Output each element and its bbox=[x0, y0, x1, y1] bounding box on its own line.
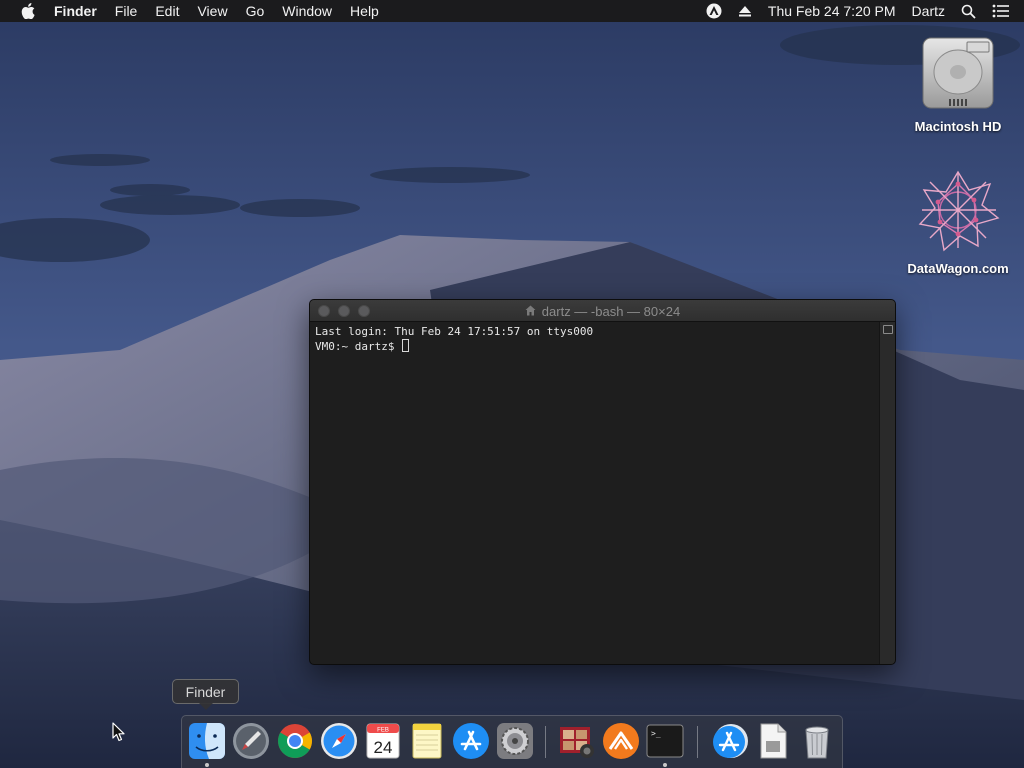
app-store-icon bbox=[453, 723, 489, 759]
dock-item-documents[interactable] bbox=[753, 721, 793, 761]
window-controls bbox=[310, 304, 378, 317]
terminal-icon: >_ bbox=[646, 724, 684, 758]
terminal-prompt-line: VM0:~ dartz$ bbox=[315, 339, 874, 354]
trash-icon bbox=[805, 726, 829, 759]
notes-icon bbox=[412, 723, 442, 759]
minimize-button[interactable] bbox=[338, 304, 350, 317]
zoom-button[interactable] bbox=[358, 304, 370, 317]
desktop-icon-label: Macintosh HD bbox=[914, 119, 1002, 134]
close-button[interactable] bbox=[318, 304, 330, 317]
safari-icon bbox=[321, 723, 357, 759]
terminal-output[interactable]: Last login: Thu Feb 24 17:51:57 on ttys0… bbox=[310, 322, 879, 664]
dock-item-notes[interactable] bbox=[407, 721, 447, 761]
mouse-pointer-icon bbox=[112, 722, 125, 742]
system-preferences-icon bbox=[497, 723, 533, 759]
terminal-cursor bbox=[402, 339, 410, 352]
apple-logo-icon[interactable] bbox=[18, 0, 38, 22]
terminal-titlebar[interactable]: dartz — -bash — 80×24 bbox=[310, 300, 895, 322]
desktop-icon-label: DataWagon.com bbox=[907, 261, 1009, 276]
dock-tooltip: Finder bbox=[172, 679, 239, 710]
eject-icon[interactable] bbox=[738, 5, 752, 17]
menu-clock[interactable]: Thu Feb 24 7:20 PM bbox=[768, 3, 896, 19]
spotlight-search-icon[interactable] bbox=[961, 4, 976, 19]
terminal-window[interactable]: dartz — -bash — 80×24 Last login: Thu Fe… bbox=[309, 299, 896, 665]
menu-help[interactable]: Help bbox=[350, 0, 379, 22]
menu-view[interactable]: View bbox=[197, 0, 227, 22]
dock-item-safari[interactable] bbox=[319, 721, 359, 761]
dock: FEB 24 >_ bbox=[181, 715, 843, 768]
dock-separator bbox=[545, 726, 546, 758]
menu-file[interactable]: File bbox=[115, 0, 138, 22]
menu-user-name[interactable]: Dartz bbox=[912, 3, 945, 19]
desktop-icon-macintosh-hd[interactable]: Macintosh HD bbox=[898, 32, 1018, 134]
chrome-icon bbox=[278, 724, 312, 758]
notification-center-icon[interactable] bbox=[992, 4, 1010, 18]
running-indicator bbox=[663, 763, 667, 767]
document-stack-icon bbox=[760, 723, 787, 759]
downloads-stack-icon bbox=[713, 724, 748, 758]
finder-icon bbox=[189, 723, 225, 759]
terminal-prompt: VM0:~ dartz$ bbox=[315, 340, 402, 353]
network-volume-icon bbox=[918, 170, 1000, 252]
merge-icon bbox=[603, 723, 639, 759]
user-switch-icon[interactable] bbox=[706, 3, 722, 19]
menu-bar: Finder File Edit View Go Window Help Thu… bbox=[0, 0, 1024, 22]
tooltip-label: Finder bbox=[185, 683, 226, 700]
desktop-icon-datawagon[interactable]: DataWagon.com bbox=[898, 168, 1018, 276]
running-indicator bbox=[205, 763, 209, 767]
dock-item-calendar[interactable]: FEB 24 bbox=[363, 721, 403, 761]
menu-edit[interactable]: Edit bbox=[155, 0, 179, 22]
dock-item-system-preferences[interactable] bbox=[495, 721, 535, 761]
menu-go[interactable]: Go bbox=[246, 0, 265, 22]
menu-app-name[interactable]: Finder bbox=[54, 0, 97, 22]
dock-item-chrome[interactable] bbox=[275, 721, 315, 761]
dock-item-app-store[interactable] bbox=[451, 721, 491, 761]
menu-window[interactable]: Window bbox=[282, 0, 332, 22]
terminal-title: dartz — -bash — 80×24 bbox=[541, 303, 681, 319]
calendar-day: 24 bbox=[374, 738, 393, 757]
terminal-line: Last login: Thu Feb 24 17:51:57 on ttys0… bbox=[315, 325, 594, 338]
dock-item-merge[interactable] bbox=[601, 721, 641, 761]
hard-drive-icon bbox=[922, 37, 994, 109]
home-folder-icon bbox=[525, 304, 536, 319]
scroll-marker-icon[interactable] bbox=[883, 325, 893, 334]
photo-booth-icon bbox=[560, 727, 594, 758]
calendar-icon: FEB 24 bbox=[366, 723, 400, 759]
dock-item-photo-booth[interactable] bbox=[557, 721, 597, 761]
dock-separator bbox=[697, 726, 698, 758]
svg-text:>_: >_ bbox=[651, 729, 661, 738]
dock-item-launchpad[interactable] bbox=[231, 721, 271, 761]
dock-item-terminal[interactable]: >_ bbox=[645, 721, 685, 761]
launchpad-icon bbox=[233, 723, 269, 759]
calendar-month: FEB bbox=[377, 728, 389, 734]
dock-item-trash[interactable] bbox=[797, 721, 837, 761]
dock-item-downloads[interactable] bbox=[709, 721, 749, 761]
dock-item-finder[interactable] bbox=[187, 721, 227, 761]
terminal-scrollbar[interactable] bbox=[879, 322, 895, 664]
